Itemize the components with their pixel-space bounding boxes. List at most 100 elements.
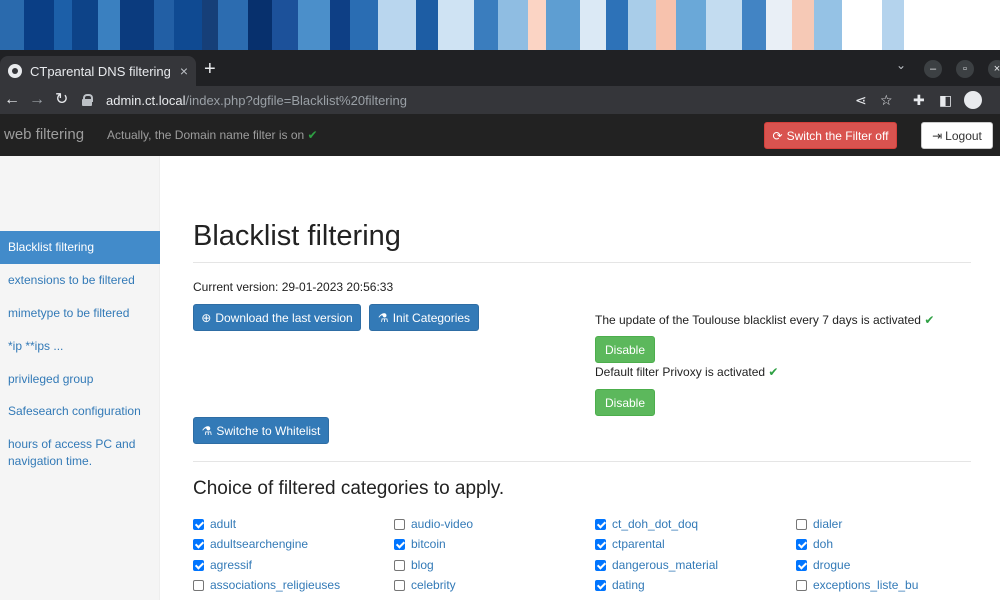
profile-avatar-icon[interactable]: [964, 91, 982, 109]
category-checkbox[interactable]: [394, 559, 405, 571]
init-categories-button[interactable]: ⚗ Init Categories: [369, 304, 479, 331]
sidebar-item-safesearch[interactable]: Safesearch configuration: [0, 403, 160, 420]
category-item[interactable]: exceptions_liste_bu: [796, 577, 918, 593]
sidebar-item-extensions[interactable]: extensions to be filtered: [0, 272, 160, 289]
category-item[interactable]: audio-video: [394, 516, 473, 532]
category-checkbox[interactable]: [595, 538, 606, 550]
minimize-icon[interactable]: –: [924, 60, 942, 78]
category-checkbox[interactable]: [193, 579, 204, 591]
url-field[interactable]: admin.ct.local /index.php?dgfile=Blackli…: [82, 89, 842, 111]
category-checkbox[interactable]: [595, 518, 606, 530]
category-item[interactable]: dating: [595, 577, 645, 593]
wallpaper-stripe: [24, 0, 54, 50]
sidebar-item-hours-of-access[interactable]: hours of access PC and navigation time.: [0, 436, 160, 470]
wallpaper-stripe: [474, 0, 498, 50]
privoxy-info-text: Default filter Privoxy is activated: [595, 365, 766, 379]
category-item[interactable]: doh: [796, 536, 833, 552]
browser-tab[interactable]: CTparental DNS filtering ×: [0, 56, 196, 86]
category-item[interactable]: drogue: [796, 557, 850, 573]
switch-to-whitelist-button[interactable]: ⚗ Switche to Whitelist: [193, 417, 329, 444]
category-checkbox[interactable]: [394, 518, 405, 530]
side-panel-icon[interactable]: ◧: [939, 90, 952, 110]
category-item[interactable]: associations_religieuses: [193, 577, 340, 593]
category-checkbox[interactable]: [595, 579, 606, 591]
url-host: admin.ct.local: [106, 92, 186, 108]
categories-heading: Choice of filtered categories to apply.: [193, 478, 505, 499]
wallpaper-stripe: [350, 0, 378, 50]
extensions-icon[interactable]: ✚: [913, 90, 925, 110]
category-item[interactable]: dialer: [796, 516, 842, 532]
close-window-icon[interactable]: ×: [988, 60, 1000, 78]
forward-icon[interactable]: →: [29, 89, 45, 111]
category-item[interactable]: agressif: [193, 557, 252, 573]
refresh-icon: ⟳: [772, 128, 783, 143]
flask-icon: ⚗: [201, 423, 213, 438]
category-label: audio-video: [411, 517, 474, 531]
sidebar-item-mimetype[interactable]: mimetype to be filtered: [0, 305, 160, 322]
download-last-version-button[interactable]: ⊕ Download the last version: [193, 304, 361, 331]
back-icon[interactable]: ←: [4, 89, 20, 111]
category-label: dangerous_material: [612, 558, 719, 572]
category-checkbox[interactable]: [796, 538, 807, 550]
wallpaper-stripe: [202, 0, 218, 50]
category-label: blog: [411, 558, 434, 572]
menu-icon[interactable]: ⋮: [995, 90, 1000, 110]
sidebar-item-privileged-group[interactable]: privileged group: [0, 371, 160, 388]
category-label: ct_doh_dot_doq: [612, 517, 699, 531]
wallpaper-stripe: [174, 0, 202, 50]
share-icon[interactable]: ⋖: [855, 90, 867, 110]
category-label: celebrity: [411, 578, 456, 592]
category-item[interactable]: bitcoin: [394, 536, 446, 552]
wallpaper-stripe: [298, 0, 330, 50]
category-checkbox[interactable]: [193, 559, 204, 571]
maximize-icon[interactable]: ▫: [956, 60, 974, 78]
sidebar-item-ips[interactable]: *ip **ips ...: [0, 338, 160, 355]
category-checkbox[interactable]: [595, 559, 606, 571]
category-checkbox[interactable]: [796, 559, 807, 571]
privoxy-info: Default filter Privoxy is activated ✔: [595, 365, 778, 379]
tab-title: CTparental DNS filtering: [30, 63, 171, 79]
category-checkbox[interactable]: [193, 538, 204, 550]
category-item[interactable]: adult: [193, 516, 236, 532]
switch-filter-off-button[interactable]: ⟳ Switch the Filter off: [764, 122, 897, 149]
tab-close-icon[interactable]: ×: [180, 63, 188, 79]
tab-search-icon[interactable]: ⌄: [896, 58, 906, 72]
disable-update-button[interactable]: Disable: [595, 336, 655, 363]
lock-icon: [82, 94, 93, 106]
category-item[interactable]: adultsearchengine: [193, 536, 308, 552]
wallpaper-stripe: [120, 0, 154, 50]
category-label: adult: [210, 517, 237, 531]
category-label: agressif: [210, 558, 253, 572]
divider: [193, 461, 971, 462]
wallpaper-stripe: [546, 0, 580, 50]
update-info-text: The update of the Toulouse blacklist eve…: [595, 313, 921, 327]
wallpaper-stripe: [792, 0, 814, 50]
category-label: doh: [813, 537, 834, 551]
new-tab-button[interactable]: +: [204, 58, 216, 80]
sidebar-item-blacklist-filtering[interactable]: Blacklist filtering: [0, 231, 160, 264]
bookmark-star-icon[interactable]: ☆: [880, 90, 893, 110]
category-checkbox[interactable]: [394, 538, 405, 550]
brand-title[interactable]: web filtering: [4, 126, 84, 143]
logout-button[interactable]: ⇥ Logout: [921, 122, 993, 149]
wallpaper-stripe: [882, 0, 904, 50]
wallpaper-stripe: [606, 0, 628, 50]
wallpaper-stripe: [248, 0, 272, 50]
category-checkbox[interactable]: [193, 518, 204, 530]
category-item[interactable]: dangerous_material: [595, 557, 718, 573]
divider: [193, 262, 971, 263]
wallpaper-stripe: [154, 0, 174, 50]
browser-tab-bar: CTparental DNS filtering × + ⌄ – ▫ ×: [0, 50, 1000, 86]
category-checkbox[interactable]: [394, 579, 405, 591]
category-label: exceptions_liste_bu: [813, 578, 919, 592]
category-label: dialer: [813, 517, 843, 531]
category-item[interactable]: celebrity: [394, 577, 456, 593]
category-checkbox[interactable]: [796, 579, 807, 591]
disable-privoxy-button[interactable]: Disable: [595, 389, 655, 416]
reload-icon[interactable]: ↻: [55, 89, 68, 111]
wallpaper-stripe: [676, 0, 706, 50]
category-item[interactable]: ctparental: [595, 536, 665, 552]
category-item[interactable]: blog: [394, 557, 434, 573]
category-item[interactable]: ct_doh_dot_doq: [595, 516, 698, 532]
category-checkbox[interactable]: [796, 518, 807, 530]
